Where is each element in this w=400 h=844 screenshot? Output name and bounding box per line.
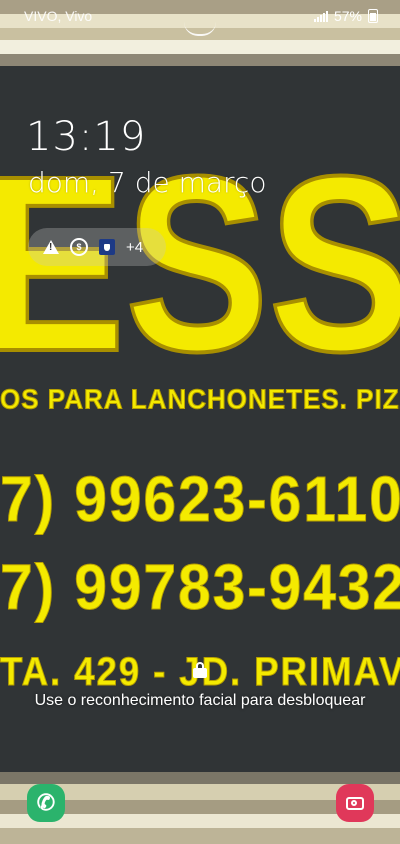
warning-icon: [42, 238, 60, 256]
phone-icon: ✆: [36, 790, 56, 815]
more-notifications-count: +4: [126, 238, 144, 256]
lock-clock: 13:19: [26, 114, 147, 160]
whatsapp-icon: $: [70, 238, 88, 256]
signal-icon: [313, 10, 328, 22]
wallpaper-subtitle: OS PARA LANCHONETES. PIZZA: [0, 383, 400, 416]
wallpaper-phone-2: 7) 99783-9432: [0, 551, 400, 624]
wallpaper-phone-1: 7) 99623-6110: [0, 463, 400, 536]
padlock-icon: [193, 662, 207, 678]
battery-icon: [368, 9, 378, 23]
camera-icon: [346, 796, 364, 810]
status-icons: 57%: [313, 8, 378, 24]
phone-shortcut-button[interactable]: ✆: [27, 784, 65, 822]
notification-icons-pill[interactable]: $ +4: [28, 228, 166, 266]
battery-percent: 57%: [333, 8, 362, 24]
unlock-hint: Use o reconhecimento facial para desbloq…: [34, 692, 366, 709]
lock-date: dom, 7 de março: [28, 166, 267, 199]
camera-shortcut-button[interactable]: [336, 784, 374, 822]
app-shield-icon: [98, 238, 116, 256]
carrier-label: VIVO, Vivo: [24, 8, 93, 24]
